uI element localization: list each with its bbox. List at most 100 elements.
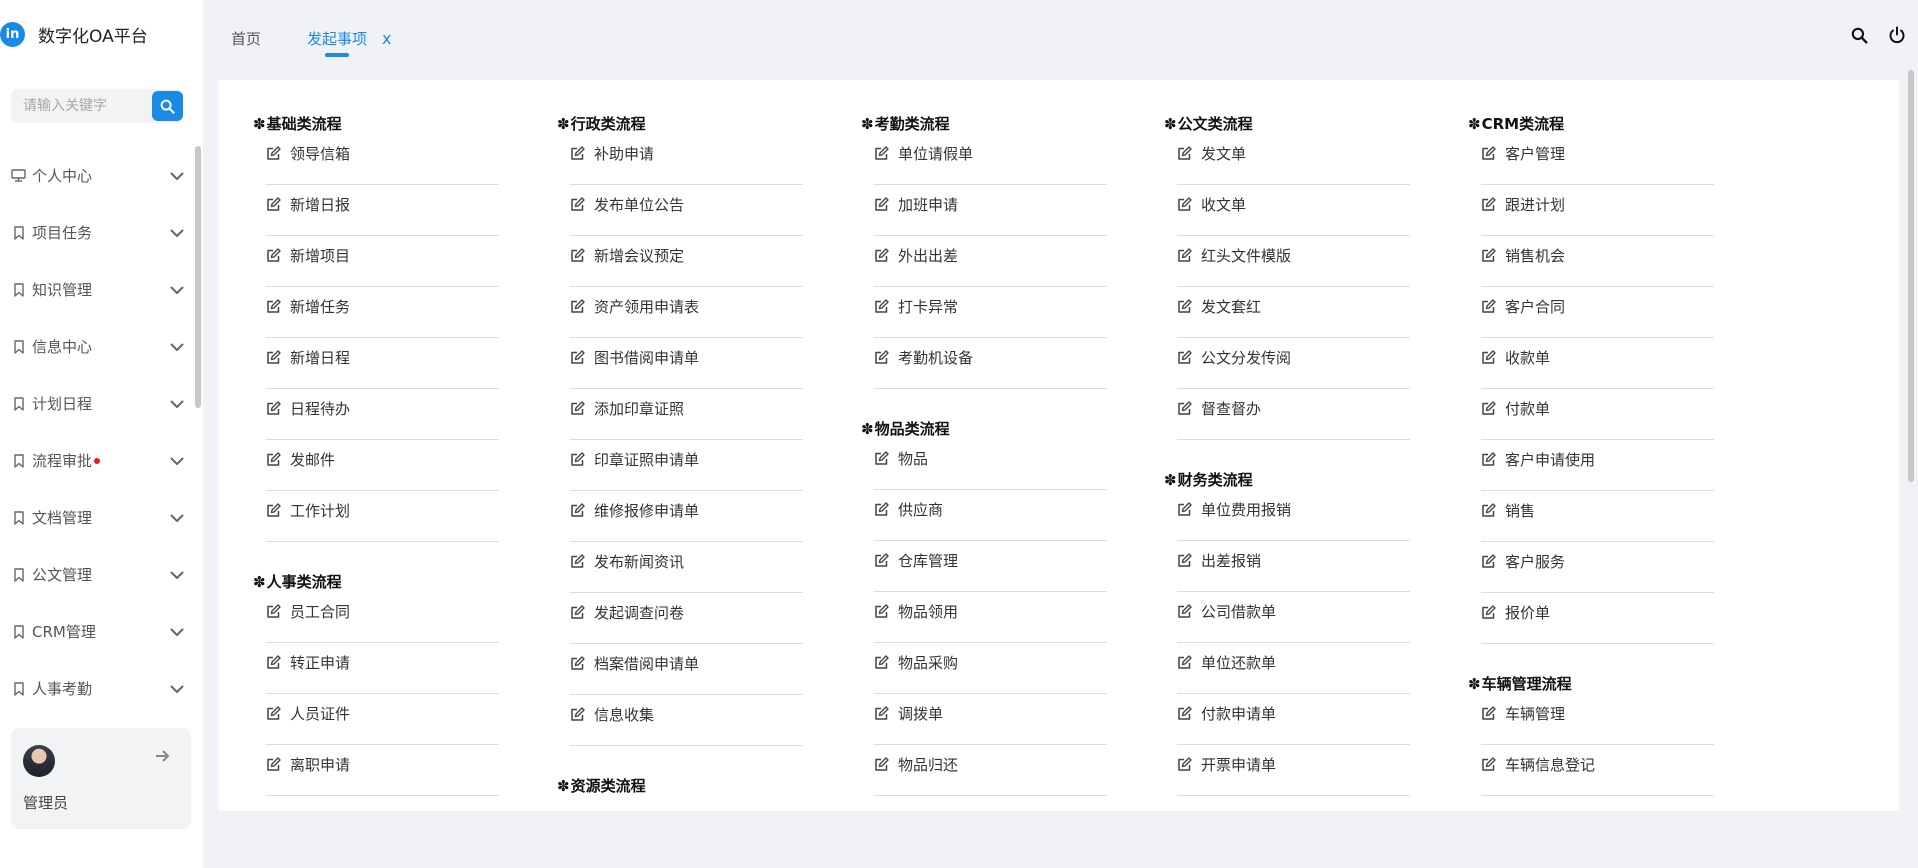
workflow-item[interactable]: 档案借阅申请单 (570, 644, 803, 695)
workflow-item[interactable]: 工作计划 (266, 491, 499, 542)
workflow-item[interactable]: 资产领用申请表 (570, 287, 803, 338)
workflow-item[interactable]: 公文分发传阅 (1177, 338, 1410, 389)
workflow-item[interactable]: 客户服务 (1481, 542, 1714, 593)
workflow-item[interactable]: 销售 (1481, 491, 1714, 542)
search-button[interactable] (152, 91, 183, 121)
workflow-item[interactable]: 付款单 (1481, 389, 1714, 440)
workflow-item[interactable]: 供应商 (874, 490, 1107, 541)
workflow-list: 单位请假单 加班申请 外出出差 打卡异常 考勤机设备 (874, 134, 1107, 389)
logout-arrow-icon[interactable] (155, 748, 171, 767)
workflow-item[interactable]: 公司借款单 (1177, 592, 1410, 643)
workflow-item[interactable]: 单位费用报销 (1177, 490, 1410, 541)
workflow-item[interactable]: 发起调查问卷 (570, 593, 803, 644)
workflow-item[interactable]: 付款申请单 (1177, 694, 1410, 745)
sidebar-item[interactable]: CRM管理 (0, 603, 190, 660)
workflow-item[interactable]: 单位还款单 (1177, 643, 1410, 694)
workflow-item[interactable]: 红头文件模版 (1177, 236, 1410, 287)
tab-home[interactable]: 首页 (231, 28, 261, 49)
workflow-item[interactable]: 报价单 (1481, 593, 1714, 644)
workflow-item[interactable]: 转正申请 (266, 643, 499, 694)
workflow-item[interactable]: 仓库管理 (874, 541, 1107, 592)
workflow-item[interactable]: 发布单位公告 (570, 185, 803, 236)
workflow-item[interactable]: 添加印章证照 (570, 389, 803, 440)
tab-close-button[interactable]: x (382, 28, 391, 50)
workflow-item[interactable]: 客户合同 (1481, 287, 1714, 338)
chevron-down-icon[interactable] (170, 395, 184, 413)
workflow-item[interactable]: 维修报修申请单 (570, 491, 803, 542)
workflow-item[interactable]: 考勤机设备 (874, 338, 1107, 389)
workflow-list: 单位费用报销 出差报销 公司借款单 单位还款单 付款申请单 开票申请单 (1177, 490, 1410, 796)
main-scrollbar[interactable] (1908, 70, 1914, 482)
workflow-item[interactable]: 新增会议预定 (570, 236, 803, 287)
workflow-item[interactable]: 发文套红 (1177, 287, 1410, 338)
workflow-item[interactable]: 图书借阅申请单 (570, 338, 803, 389)
flower-icon: ✽ (861, 115, 874, 133)
workflow-item[interactable]: 新增项目 (266, 236, 499, 287)
avatar[interactable] (23, 745, 55, 777)
power-icon[interactable] (1888, 26, 1906, 44)
app-logo[interactable]: in 数字化OA平台 (0, 20, 148, 48)
sidebar-item[interactable]: 人事考勤 (0, 660, 190, 717)
workflow-item[interactable]: 物品 (874, 439, 1107, 490)
workflow-item[interactable]: 销售机会 (1481, 236, 1714, 287)
workflow-item[interactable]: 外出出差 (874, 236, 1107, 287)
workflow-item[interactable]: 车辆管理 (1481, 694, 1714, 745)
workflow-item[interactable]: 员工合同 (266, 592, 499, 643)
workflow-item[interactable]: 发布新闻资讯 (570, 542, 803, 593)
chevron-down-icon[interactable] (170, 281, 184, 299)
workflow-item-label: 档案借阅申请单 (594, 655, 700, 673)
workflow-item[interactable]: 督查督办 (1177, 389, 1410, 440)
chevron-down-icon[interactable] (170, 224, 184, 242)
workflow-item[interactable]: 单位请假单 (874, 134, 1107, 185)
chevron-down-icon[interactable] (170, 452, 184, 470)
workflow-item[interactable]: 印章证照申请单 (570, 440, 803, 491)
header-search-icon[interactable] (1850, 26, 1868, 44)
workflow-item[interactable]: 离职申请 (266, 745, 499, 796)
workflow-item[interactable]: 发邮件 (266, 440, 499, 491)
workflow-item[interactable]: 收文单 (1177, 185, 1410, 236)
search-input[interactable] (11, 89, 151, 123)
chevron-down-icon[interactable] (170, 167, 184, 185)
sidebar-item[interactable]: 计划日程 (0, 375, 190, 432)
workflow-item[interactable]: 客户申请使用 (1481, 440, 1714, 491)
workflow-item[interactable]: 补助申请 (570, 134, 803, 185)
workflow-item[interactable]: 物品采购 (874, 643, 1107, 694)
sidebar-item[interactable]: 文档管理 (0, 489, 190, 546)
sidebar-item[interactable]: 信息中心 (0, 318, 190, 375)
workflow-item[interactable]: 信息收集 (570, 695, 803, 746)
sidebar-item[interactable]: 知识管理 (0, 261, 190, 318)
workflow-item[interactable]: 领导信箱 (266, 134, 499, 185)
chevron-down-icon[interactable] (170, 566, 184, 584)
workflow-item[interactable]: 人员证件 (266, 694, 499, 745)
workflow-item[interactable]: 收款单 (1481, 338, 1714, 389)
user-card[interactable]: 管理员 (11, 728, 191, 829)
chevron-down-icon[interactable] (170, 509, 184, 527)
workflow-item[interactable]: 调拨单 (874, 694, 1107, 745)
workflow-item[interactable]: 新增日程 (266, 338, 499, 389)
workflow-item[interactable]: 开票申请单 (1177, 745, 1410, 796)
workflow-item[interactable]: 新增任务 (266, 287, 499, 338)
sidebar-item[interactable]: 个人中心 (0, 147, 190, 204)
workflow-item[interactable]: 车辆信息登记 (1481, 745, 1714, 796)
workflow-item[interactable]: 新增日报 (266, 185, 499, 236)
edit-icon (1481, 452, 1496, 467)
workflow-item[interactable]: 打卡异常 (874, 287, 1107, 338)
workflow-item[interactable]: 跟进计划 (1481, 185, 1714, 236)
workflow-item-label: 报价单 (1505, 604, 1551, 622)
workflow-item[interactable]: 加班申请 (874, 185, 1107, 236)
workflow-item[interactable]: 发文单 (1177, 134, 1410, 185)
chevron-down-icon[interactable] (170, 680, 184, 698)
sidebar-item[interactable]: 公文管理 (0, 546, 190, 603)
sidebar-item[interactable]: 流程审批 (0, 432, 190, 489)
flower-icon: ✽ (557, 777, 570, 795)
sidebar-scrollbar[interactable] (195, 146, 201, 408)
tab-launch-items[interactable]: 发起事项 (307, 28, 367, 57)
workflow-item[interactable]: 物品领用 (874, 592, 1107, 643)
workflow-item[interactable]: 出差报销 (1177, 541, 1410, 592)
workflow-item[interactable]: 物品归还 (874, 745, 1107, 796)
workflow-item[interactable]: 日程待办 (266, 389, 499, 440)
chevron-down-icon[interactable] (170, 623, 184, 641)
workflow-item[interactable]: 客户管理 (1481, 134, 1714, 185)
chevron-down-icon[interactable] (170, 338, 184, 356)
sidebar-item[interactable]: 项目任务 (0, 204, 190, 261)
